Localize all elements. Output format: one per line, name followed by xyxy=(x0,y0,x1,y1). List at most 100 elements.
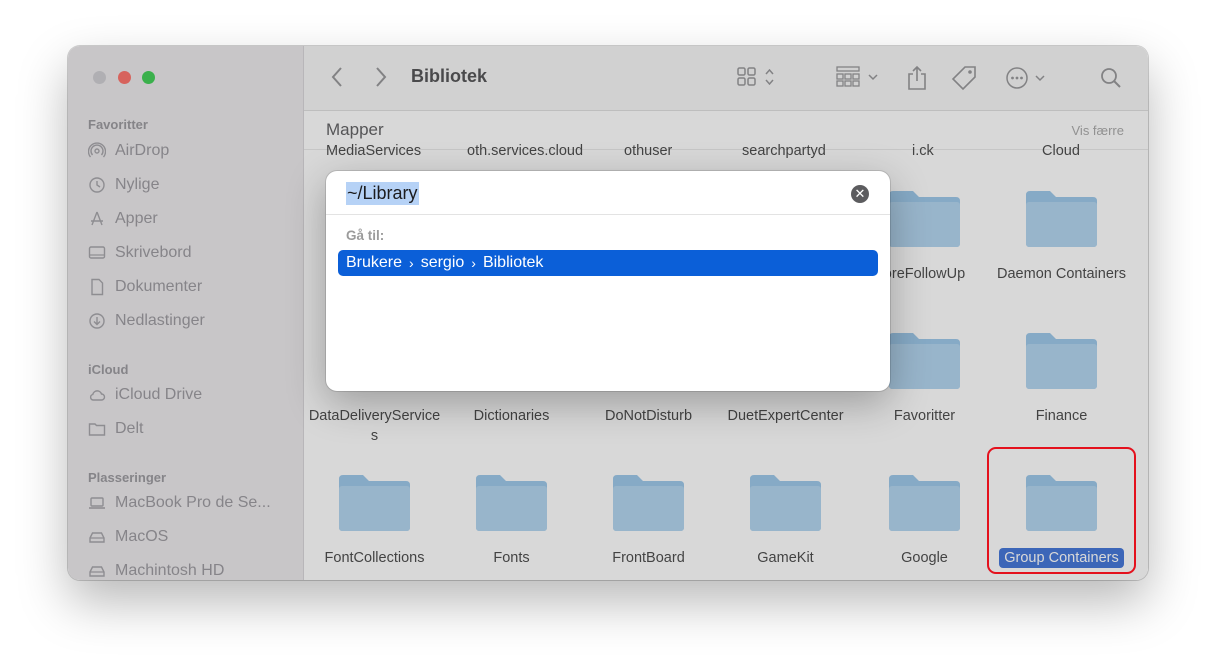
share-icon[interactable] xyxy=(906,64,928,92)
folder-label-partial: i.ck xyxy=(912,143,934,159)
apps-icon xyxy=(91,211,103,226)
path-segment: Bibliotek xyxy=(482,254,544,271)
goto-label: Gå til: xyxy=(346,228,385,243)
favorites-section-title: Favoritter xyxy=(88,117,148,132)
desktop-icon xyxy=(88,246,106,259)
sidebar-item-applications[interactable]: Apper xyxy=(88,208,158,230)
sidebar-item-desktop[interactable]: Skrivebord xyxy=(88,242,191,264)
drive-icon xyxy=(89,566,105,577)
sidebar: Favoritter AirDrop Nylige Apper Skrivebo… xyxy=(68,46,304,580)
chevron-right-icon: › xyxy=(471,255,476,271)
sidebar-item-recent[interactable]: Nylige xyxy=(88,174,159,196)
folder-label: DuetExpertCenter xyxy=(727,408,844,424)
minimize-window-button[interactable] xyxy=(118,71,131,84)
sidebar-item-icloud-drive[interactable]: iCloud Drive xyxy=(88,384,202,406)
go-to-folder-dialog: ~/Library ✕ Gå til: Brukere › sergio › B… xyxy=(326,171,890,391)
folder-label: Finance xyxy=(1035,408,1088,424)
clock-icon xyxy=(89,177,105,193)
folder-item[interactable]: Finance xyxy=(993,328,1130,426)
folder-label: Fonts xyxy=(493,550,530,566)
close-window-button[interactable] xyxy=(93,71,106,84)
divider xyxy=(326,214,890,215)
chevron-right-icon: › xyxy=(409,255,414,271)
download-icon xyxy=(89,313,105,329)
laptop-icon xyxy=(89,497,105,509)
sidebar-item-label: MacOS xyxy=(115,528,169,545)
document-icon xyxy=(91,278,104,296)
folder-label: FontCollections xyxy=(324,550,425,566)
sidebar-item-label: Dokumenter xyxy=(115,278,203,295)
sidebar-item-airdrop[interactable]: AirDrop xyxy=(88,140,169,162)
folder-icon xyxy=(1026,333,1097,389)
folder-icon xyxy=(613,475,684,531)
folder-item[interactable]: Fonts xyxy=(443,470,580,568)
group-view-icon[interactable] xyxy=(836,64,882,90)
locations-section-title: Plasseringer xyxy=(88,470,167,485)
folder-icon xyxy=(889,191,960,247)
folder-item[interactable]: Google xyxy=(856,470,993,568)
drive-icon xyxy=(89,532,105,543)
airdrop-icon xyxy=(88,142,106,158)
folder-item[interactable]: FrontBoard xyxy=(580,470,717,568)
show-less-toggle[interactable]: Vis færre xyxy=(1072,123,1125,138)
sidebar-item-label: Nylige xyxy=(115,176,160,193)
folder-label-partial: Cloud xyxy=(1042,143,1080,159)
section-title: Mapper xyxy=(326,120,384,139)
sidebar-item-label: iCloud Drive xyxy=(115,386,203,403)
search-icon[interactable] xyxy=(1098,64,1124,92)
icon-view-icon[interactable] xyxy=(736,64,780,90)
toolbar: Bibliotek xyxy=(304,46,1148,111)
sidebar-item-label: Skrivebord xyxy=(115,244,192,261)
folder-label: GameKit xyxy=(757,550,814,566)
folder-icon xyxy=(889,333,960,389)
sidebar-item-label: MacBook Pro de Se... xyxy=(115,494,271,511)
forward-arrow-icon[interactable] xyxy=(374,64,388,90)
close-icon: ✕ xyxy=(854,186,866,201)
more-actions-icon[interactable] xyxy=(1004,64,1052,92)
cloud-icon xyxy=(89,390,106,401)
folder-item[interactable]: Daemon Containers xyxy=(993,186,1130,284)
sidebar-item-label: Delt xyxy=(115,420,144,437)
window-title: Bibliotek xyxy=(411,66,488,86)
sidebar-item-macintosh-hd[interactable]: Machintosh HD xyxy=(88,560,224,580)
folder-item[interactable]: GameKit xyxy=(717,470,854,568)
tag-icon[interactable] xyxy=(950,64,978,92)
folder-label: Favoritter xyxy=(893,408,956,424)
folder-label-partial: MediaServices xyxy=(326,143,422,159)
sidebar-item-macos[interactable]: MacOS xyxy=(88,526,168,548)
path-input[interactable]: ~/Library xyxy=(346,182,419,205)
folder-label: Daemon Containers xyxy=(997,266,1126,282)
folder-label-partial: othuser xyxy=(624,143,673,159)
sidebar-item-shared[interactable]: Delt xyxy=(88,418,143,440)
path-segment: sergio xyxy=(420,254,465,271)
folder-item[interactable]: FontCollections xyxy=(306,470,443,568)
folder-label: Dictionaries xyxy=(473,408,550,424)
folder-icon xyxy=(1026,191,1097,247)
sidebar-item-documents[interactable]: Dokumenter xyxy=(88,276,202,298)
folder-label-partial: oth.services.cloud xyxy=(467,143,584,159)
folder-icon xyxy=(339,475,410,531)
section-header: Mapper Vis færre xyxy=(304,111,1148,150)
sidebar-item-label: AirDrop xyxy=(115,142,170,159)
folder-label-partial: searchpartyd xyxy=(742,143,826,159)
folder-icon xyxy=(750,475,821,531)
sidebar-item-macbook[interactable]: MacBook Pro de Se... xyxy=(88,492,271,514)
sidebar-item-label: Nedlastinger xyxy=(115,312,205,329)
sidebar-item-label: Apper xyxy=(115,210,158,227)
path-suggestion[interactable]: Brukere › sergio › Bibliotek xyxy=(338,250,878,276)
folder-label: DataDeliveryServices xyxy=(308,408,441,444)
sidebar-item-label: Machintosh HD xyxy=(115,562,225,579)
highlight-annotation-box xyxy=(987,447,1136,574)
folder-label: FrontBoard xyxy=(612,550,685,566)
folder-icon xyxy=(476,475,547,531)
clear-input-button[interactable]: ✕ xyxy=(851,185,869,203)
maximize-window-button[interactable] xyxy=(142,71,155,84)
folder-icon xyxy=(889,475,960,531)
folder-label: DoNotDisturb xyxy=(604,408,693,424)
icloud-section-title: iCloud xyxy=(88,362,129,377)
shared-folder-icon xyxy=(88,423,106,436)
path-segment: Brukere xyxy=(346,254,403,271)
folder-label: Google xyxy=(901,550,948,566)
sidebar-item-downloads[interactable]: Nedlastinger xyxy=(88,310,205,332)
back-arrow-icon[interactable] xyxy=(330,64,344,90)
